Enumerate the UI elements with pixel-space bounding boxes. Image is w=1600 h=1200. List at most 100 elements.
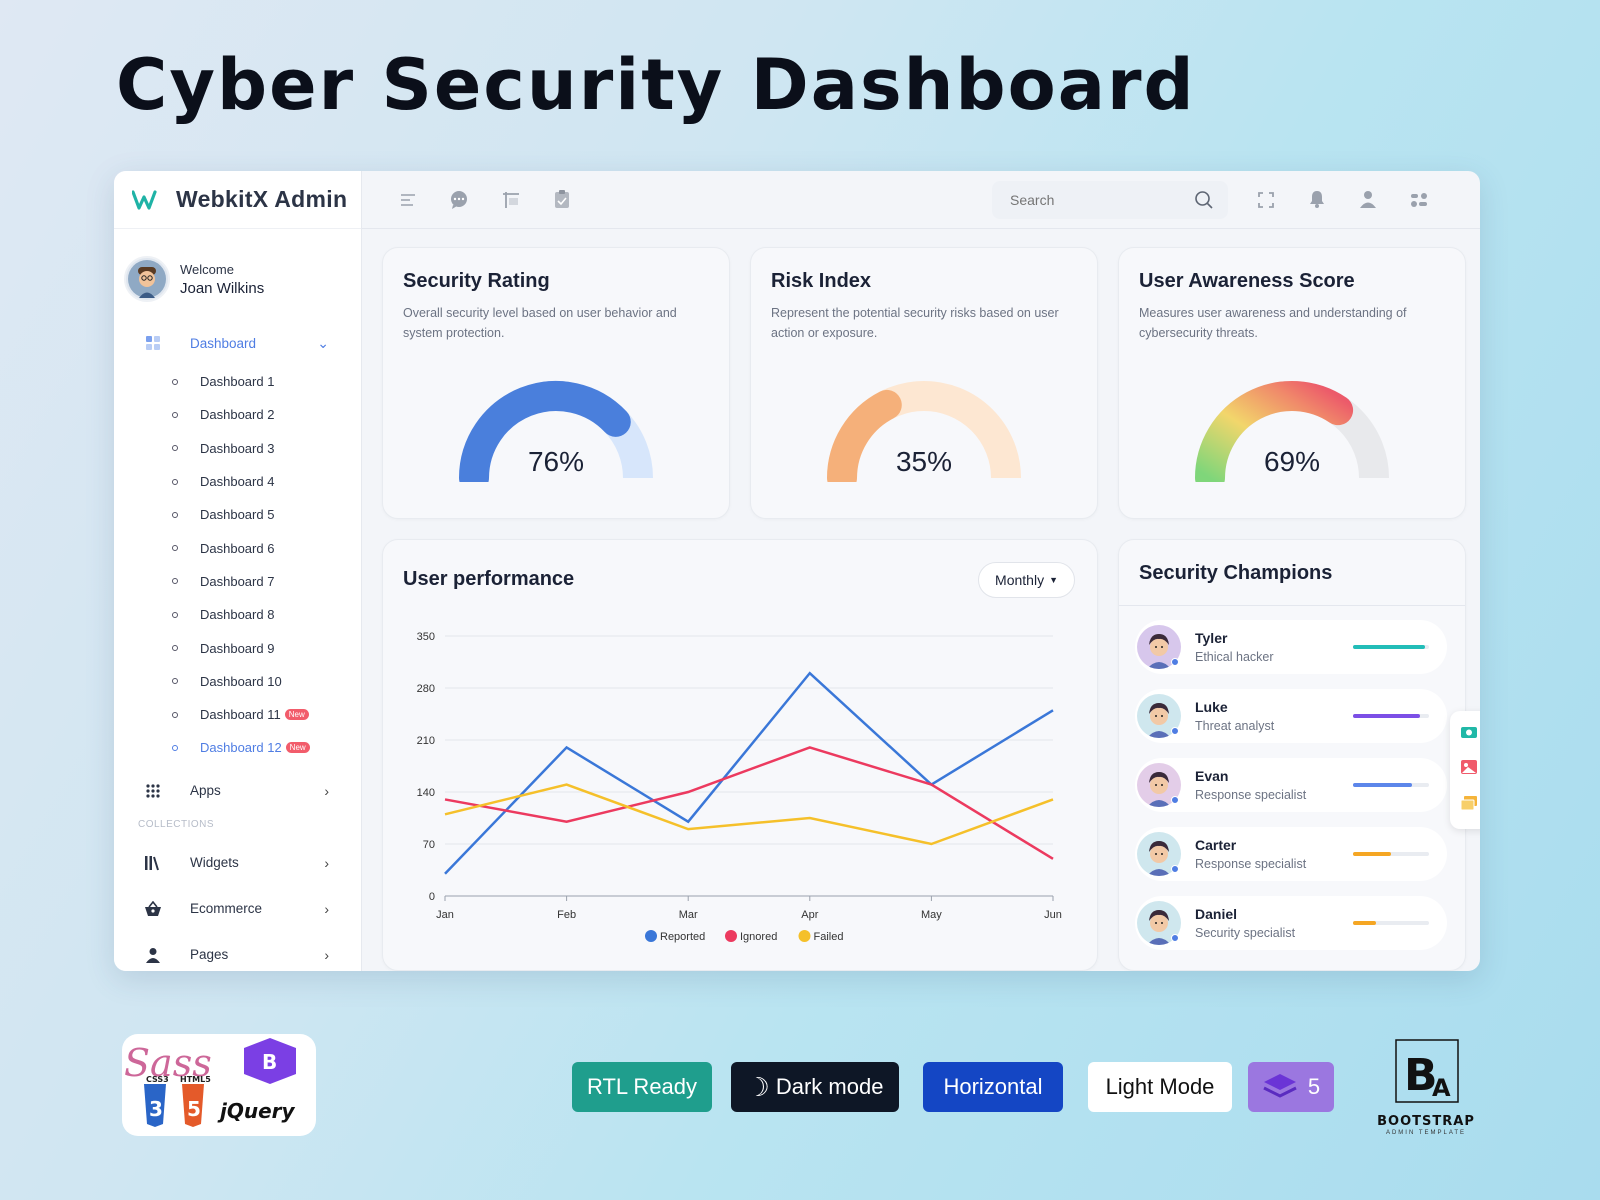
sidebar-subitem[interactable]: Dashboard 10 [172, 665, 361, 698]
image-icon[interactable] [1460, 759, 1478, 780]
x-tick-label: Apr [801, 909, 818, 921]
period-dropdown-label: Monthly [995, 572, 1045, 588]
y-tick-label: 140 [417, 787, 435, 799]
online-status-dot [1171, 658, 1179, 666]
new-badge: New [284, 709, 309, 721]
online-status-dot [1171, 727, 1179, 735]
sidebar-subitem-label: Dashboard 3 [200, 440, 275, 456]
sidebar-subitem[interactable]: Dashboard 11 New [172, 698, 361, 731]
search-box[interactable] [992, 181, 1228, 219]
avatar[interactable] [124, 256, 170, 302]
card-description: Measures user awareness and understandin… [1139, 306, 1407, 340]
chevron-right-icon: › [324, 946, 329, 963]
fullscreen-icon[interactable] [1256, 190, 1276, 210]
sidebar-subitem[interactable]: Dashboard 7 [172, 565, 361, 598]
sidebar-subitem[interactable]: Dashboard 5 [172, 498, 361, 531]
light-mode-badge: Light Mode [1088, 1062, 1232, 1112]
x-tick-label: Feb [557, 909, 576, 921]
sidebar-item-widgets[interactable]: Widgets › [114, 841, 361, 885]
badge-label: RTL Ready [586, 1074, 698, 1099]
search-icon[interactable] [1194, 190, 1214, 215]
sidebar-subitem[interactable]: Dashboard 4 [172, 465, 361, 498]
card-title: User Awareness Score [1139, 270, 1355, 292]
topbar [362, 171, 1480, 229]
sidebar-subitem-label: Dashboard 1 [200, 374, 275, 390]
layers-icon[interactable] [1460, 795, 1478, 816]
sidebar-subitem[interactable]: Dashboard 12 New [172, 731, 361, 764]
progress-fill [1353, 783, 1413, 787]
dashboard-submenu: Dashboard 1 Dashboard 2 Dashboard 3 Dashboa… [114, 365, 361, 765]
bootstrap-admin-logo: B A BOOTSTRAP ADMIN TEMPLATE [1374, 1038, 1494, 1138]
sidebar-subitem-label: Dashboard 7 [200, 573, 275, 589]
card-description: Overall security level based on user beh… [403, 306, 677, 340]
search-input[interactable] [1010, 192, 1190, 208]
champion-row[interactable]: Carter Response specialist [1135, 827, 1447, 881]
clipboard-icon[interactable] [552, 189, 572, 209]
series-line-failed [444, 783, 1054, 846]
bell-icon[interactable] [1307, 189, 1327, 209]
sidebar-item-ecommerce[interactable]: Ecommerce › [114, 887, 361, 931]
badge-label: Horizontal [943, 1074, 1043, 1099]
caret-down-icon: ▼ [1049, 575, 1058, 585]
app-window: WebkitX Admin Welcome Joan Wilkins Dashb… [114, 171, 1480, 971]
sidebar-subitem[interactable]: Dashboard 9 [172, 631, 361, 664]
online-status-dot [1171, 865, 1179, 873]
dashboard-icon [142, 332, 164, 354]
champion-row[interactable]: Luke Threat analyst [1135, 689, 1447, 743]
menu-toggle-icon[interactable] [398, 190, 418, 210]
user-welcome: Welcome Joan Wilkins [114, 229, 361, 315]
user-avatar-icon [128, 260, 166, 298]
legend-marker [798, 930, 811, 942]
svg-text:B: B [262, 1050, 277, 1074]
bullet-icon [172, 578, 178, 585]
progress-bar [1353, 714, 1429, 718]
champion-row[interactable]: Evan Response specialist [1135, 758, 1447, 812]
sidebar-subitem-label: Dashboard 5 [200, 507, 275, 523]
bullet-icon [172, 711, 178, 718]
brand-name: WebkitX Admin [176, 186, 348, 212]
sidebar-item-apps[interactable]: Apps › [114, 769, 361, 813]
floating-toolbar [1450, 711, 1480, 829]
progress-fill [1353, 645, 1426, 649]
bootstrap-version-badge: 5 [1248, 1062, 1334, 1112]
sidebar-item-label: Ecommerce [190, 901, 263, 917]
sidebar-item-dashboard[interactable]: Dashboard ⌄ [114, 321, 361, 365]
profile-icon[interactable] [1358, 189, 1378, 209]
sidebar-item-label: Pages [190, 947, 229, 963]
security-champions-card: Security Champions Tyler Ethical hacker Lu… [1118, 539, 1466, 971]
sidebar-item-pages[interactable]: Pages › [114, 933, 361, 971]
user-icon [142, 944, 164, 966]
sidebar-subitem[interactable]: Dashboard 8 [172, 598, 361, 631]
sidebar-subitem-label: Dashboard 6 [200, 540, 275, 556]
sidebar-subitem[interactable]: Dashboard 1 [172, 365, 361, 398]
champion-row[interactable]: Tyler Ethical hacker [1135, 620, 1447, 674]
chat-icon[interactable] [449, 190, 469, 210]
bullet-icon [172, 378, 178, 385]
champion-role: Response specialist [1195, 857, 1307, 871]
period-dropdown[interactable]: Monthly ▼ [978, 562, 1075, 598]
settings-toggle-icon[interactable] [1409, 190, 1429, 210]
bullet-icon [172, 645, 178, 652]
sidebar-subitem-label: Dashboard 10 [200, 673, 282, 689]
x-tick-label: Jan [436, 909, 454, 921]
sidebar-subitem[interactable]: Dashboard 3 [172, 432, 361, 465]
hero-title: Cyber Security Dashboard [116, 44, 1196, 126]
bullet-icon [172, 611, 178, 618]
user-performance-chart: 0 70 140 210 280 350 Jan Feb Mar Apr May Jun Reporte… [417, 631, 1062, 943]
brand[interactable]: WebkitX Admin [114, 171, 361, 229]
champion-row[interactable]: Daniel Security specialist [1135, 896, 1447, 950]
champion-name: Carter [1195, 837, 1237, 853]
sidebar-subitem[interactable]: Dashboard 2 [172, 398, 361, 431]
champion-name: Luke [1195, 699, 1228, 715]
bullet-icon [172, 445, 178, 452]
progress-fill [1353, 714, 1420, 718]
progress-bar [1353, 783, 1429, 787]
champion-role: Response specialist [1195, 788, 1307, 802]
sidebar-subitem[interactable]: Dashboard 6 [172, 531, 361, 564]
progress-bar [1353, 645, 1429, 649]
camera-icon[interactable] [1460, 725, 1478, 744]
widgets-icon [142, 852, 164, 874]
window-icon[interactable] [501, 190, 521, 210]
bootstrap-logo-subtitle: ADMIN TEMPLATE [1385, 1130, 1467, 1136]
basket-icon [142, 898, 164, 920]
